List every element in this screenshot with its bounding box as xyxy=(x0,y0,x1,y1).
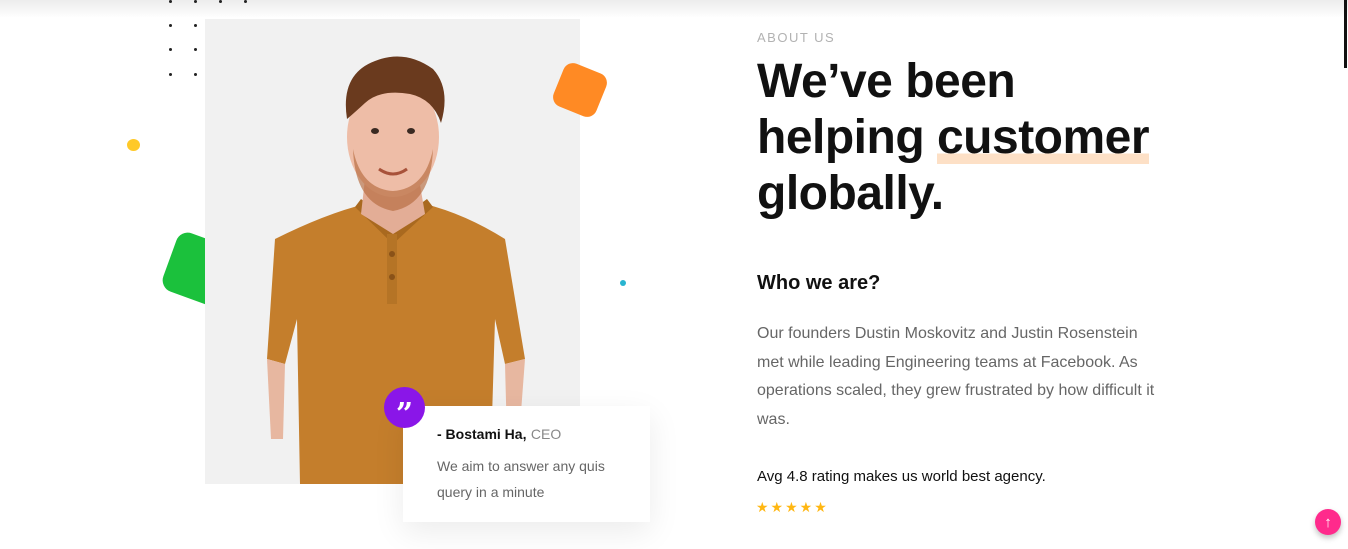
quote-icon: ” xyxy=(384,387,425,429)
yellow-dot-decoration xyxy=(127,139,140,151)
about-description: Our founders Dustin Moskovitz and Justin… xyxy=(757,325,1155,428)
scrollbar-thumb[interactable] xyxy=(1344,0,1347,68)
star-rating: ★★★★★ xyxy=(756,499,829,515)
testimonial-card: - Bostami Ha, CEO We aim to answer any q… xyxy=(403,406,650,522)
author-name: - Bostami Ha, xyxy=(437,426,527,442)
author-role: CEO xyxy=(530,426,562,442)
testimonial-text: We aim to answer any quis query in a min… xyxy=(437,458,605,500)
teal-dot-decoration xyxy=(620,280,626,286)
section-subheading: Who we are? xyxy=(757,272,881,294)
headline-highlight: customer xyxy=(936,111,1150,164)
page-title: We’ve been helping customer globally. xyxy=(757,54,1187,222)
headline-end: globally. xyxy=(757,167,944,220)
testimonial-author: - Bostami Ha, CEO xyxy=(437,426,630,444)
rating-summary: Avg 4.8 rating makes us world best agenc… xyxy=(757,468,1046,485)
arrow-up-icon: ↑ xyxy=(1324,513,1332,531)
scroll-to-top-button[interactable]: ↑ xyxy=(1315,509,1341,535)
section-eyebrow: ABOUT US xyxy=(757,30,836,45)
